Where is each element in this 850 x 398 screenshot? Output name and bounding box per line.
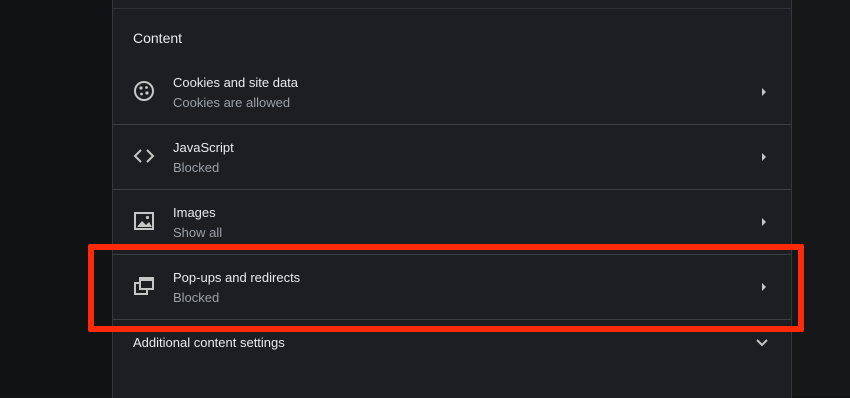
- popups-row[interactable]: Pop-ups and redirects Blocked: [113, 255, 791, 320]
- popup-icon: [133, 275, 155, 297]
- row-title: Cookies and site data: [173, 75, 299, 90]
- page-background-left: [0, 0, 113, 396]
- row-subtitle: Cookies are allowed: [173, 95, 291, 110]
- content-settings-card: Content Cookies and site data Cookies ar…: [112, 0, 792, 398]
- javascript-row[interactable]: JavaScript Blocked: [113, 125, 791, 190]
- additional-settings-label: Additional content settings: [133, 335, 285, 350]
- arrow-right-icon: [762, 88, 766, 96]
- images-row[interactable]: Images Show all: [113, 190, 791, 255]
- section-title: Content: [133, 30, 183, 46]
- page-background-right: [791, 0, 850, 396]
- row-title: Pop-ups and redirects: [173, 270, 301, 285]
- row-subtitle: Show all: [173, 225, 223, 240]
- code-icon: [133, 145, 155, 167]
- chevron-down-icon: [756, 339, 768, 347]
- divider: [113, 8, 791, 9]
- cookie-icon: [133, 80, 155, 102]
- row-title: JavaScript: [173, 140, 234, 155]
- arrow-right-icon: [762, 283, 766, 291]
- divider: [113, 319, 791, 320]
- additional-content-settings[interactable]: Additional content settings: [113, 323, 791, 367]
- cookies-row[interactable]: Cookies and site data Cookies are allowe…: [113, 60, 791, 125]
- row-title: Images: [173, 205, 216, 220]
- arrow-right-icon: [762, 218, 766, 226]
- row-subtitle: Blocked: [173, 160, 220, 175]
- image-icon: [133, 210, 155, 232]
- row-subtitle: Blocked: [173, 290, 220, 305]
- arrow-right-icon: [762, 153, 766, 161]
